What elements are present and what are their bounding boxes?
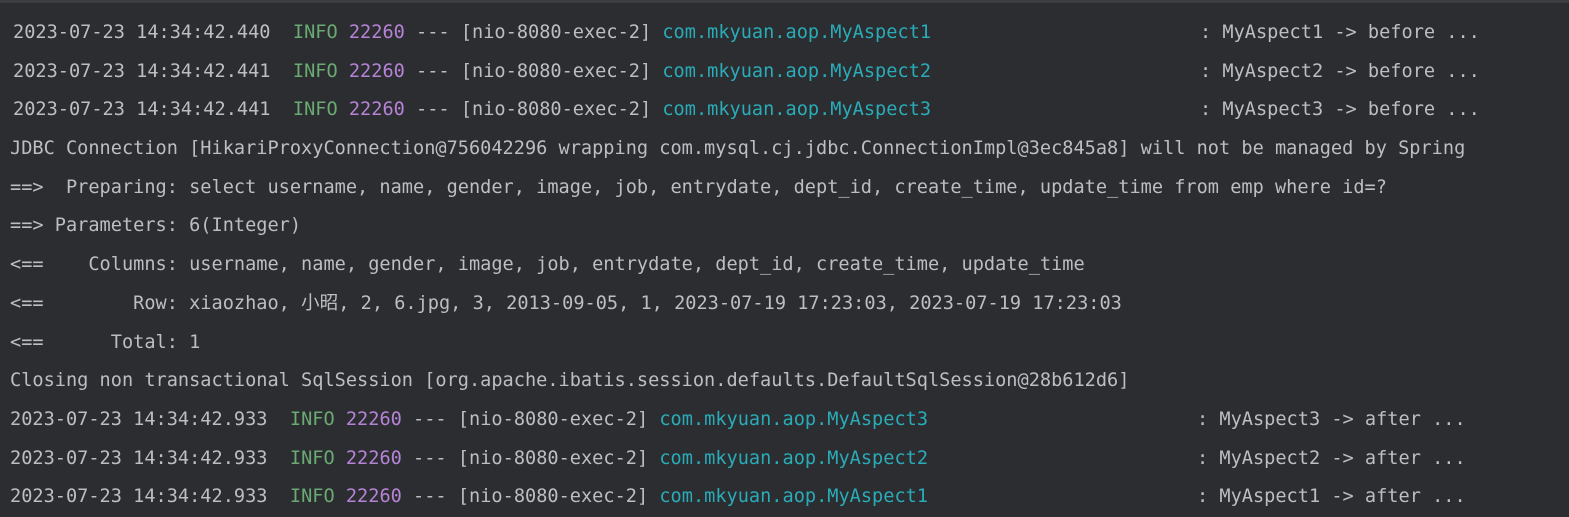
log-message: : MyAspect3 -> after ... <box>1197 408 1466 430</box>
sql-log-line: <== Columns: username, name, gender, ima… <box>0 246 1569 285</box>
log-line: 2023-07-23 14:34:42.933 INFO 22260 --- [… <box>0 440 1569 479</box>
log-separator: --- <box>416 22 450 43</box>
log-logger-link[interactable]: com.mkyuan.aop.MyAspect3 <box>659 409 928 430</box>
log-line: 2023-07-23 14:34:42.441 INFO 22260 --- [… <box>0 53 1569 92</box>
log-line: 2023-07-23 14:34:42.933 INFO 22260 --- [… <box>0 478 1569 517</box>
log-timestamp: 2023-07-23 14:34:42.441 <box>13 99 271 121</box>
log-separator: --- <box>416 99 450 121</box>
log-separator: --- <box>413 447 447 469</box>
sql-log-line: <== Total: 1 <box>0 324 1569 363</box>
sqlsession-closing-text: Closing non transactional SqlSession [or… <box>10 370 1130 392</box>
log-separator: --- <box>413 408 447 430</box>
log-level: INFO <box>289 486 335 508</box>
log-message: : MyAspect1 -> before ... <box>1200 22 1480 43</box>
sql-log-line: JDBC Connection [HikariProxyConnection@7… <box>0 130 1569 169</box>
log-timestamp: 2023-07-23 14:34:42.440 <box>13 22 271 43</box>
log-message: : MyAspect2 -> before ... <box>1200 60 1480 82</box>
log-thread: [nio-8080-exec-2] <box>457 447 649 469</box>
log-line: 2023-07-23 14:34:42.933 INFO 22260 --- [… <box>0 401 1569 440</box>
sql-log-line: ==> Preparing: select username, name, ge… <box>0 169 1569 208</box>
sql-log-line: ==> Parameters: 6(Integer) <box>0 207 1569 246</box>
log-separator: --- <box>416 60 450 82</box>
console-top-border <box>0 0 1569 3</box>
log-timestamp: 2023-07-23 14:34:42.933 <box>10 447 268 469</box>
sql-log-line: <== Row: xiaozhao, 小昭, 2, 6.jpg, 3, 2013… <box>0 285 1569 324</box>
sql-parameters-text: ==> Parameters: 6(Integer) <box>10 215 302 237</box>
log-logger-link[interactable]: com.mkyuan.aop.MyAspect1 <box>659 486 928 507</box>
log-thread: [nio-8080-exec-2] <box>457 408 649 430</box>
log-pid: 22260 <box>345 486 402 508</box>
log-logger-link[interactable]: com.mkyuan.aop.MyAspect1 <box>662 22 931 43</box>
sql-log-line: Closing non transactional SqlSession [or… <box>0 362 1569 401</box>
log-line: 2023-07-23 14:34:42.440 INFO 22260 --- [… <box>0 14 1569 53</box>
log-message: : MyAspect2 -> after ... <box>1197 447 1466 469</box>
log-timestamp: 2023-07-23 14:34:42.933 <box>10 408 268 430</box>
log-logger-link[interactable]: com.mkyuan.aop.MyAspect3 <box>662 99 931 120</box>
log-level: INFO <box>289 447 335 469</box>
log-thread: [nio-8080-exec-2] <box>460 60 652 82</box>
log-pid: 22260 <box>348 99 405 121</box>
log-thread: [nio-8080-exec-2] <box>457 486 649 508</box>
log-message: : MyAspect1 -> after ... <box>1197 486 1466 508</box>
console-output[interactable]: 2023-07-23 14:34:42.440 INFO 22260 --- [… <box>0 14 1569 517</box>
log-pid: 22260 <box>345 447 402 469</box>
log-timestamp: 2023-07-23 14:34:42.933 <box>10 486 268 508</box>
log-pid: 22260 <box>345 408 402 430</box>
sql-total-text: <== Total: 1 <box>10 331 201 353</box>
log-thread: [nio-8080-exec-2] <box>460 22 652 43</box>
sql-columns-text: <== Columns: username, name, gender, ima… <box>10 254 1085 276</box>
log-logger-link[interactable]: com.mkyuan.aop.MyAspect2 <box>659 448 928 469</box>
log-level: INFO <box>292 22 338 43</box>
log-logger-link[interactable]: com.mkyuan.aop.MyAspect2 <box>662 61 931 82</box>
log-thread: [nio-8080-exec-2] <box>460 99 652 121</box>
log-separator: --- <box>413 486 447 508</box>
log-level: INFO <box>289 408 335 430</box>
log-level: INFO <box>292 99 338 121</box>
log-line: 2023-07-23 14:34:42.441 INFO 22260 --- [… <box>0 91 1569 130</box>
sql-preparing-text: ==> Preparing: select username, name, ge… <box>10 176 1387 198</box>
log-pid: 22260 <box>348 60 405 82</box>
log-timestamp: 2023-07-23 14:34:42.441 <box>13 60 271 82</box>
log-level: INFO <box>292 60 338 82</box>
sql-row-text: <== Row: xiaozhao, 小昭, 2, 6.jpg, 3, 2013… <box>10 292 1122 314</box>
jdbc-connection-text: JDBC Connection [HikariProxyConnection@7… <box>10 138 1466 160</box>
log-pid: 22260 <box>348 22 405 43</box>
log-message: : MyAspect3 -> before ... <box>1200 99 1480 121</box>
